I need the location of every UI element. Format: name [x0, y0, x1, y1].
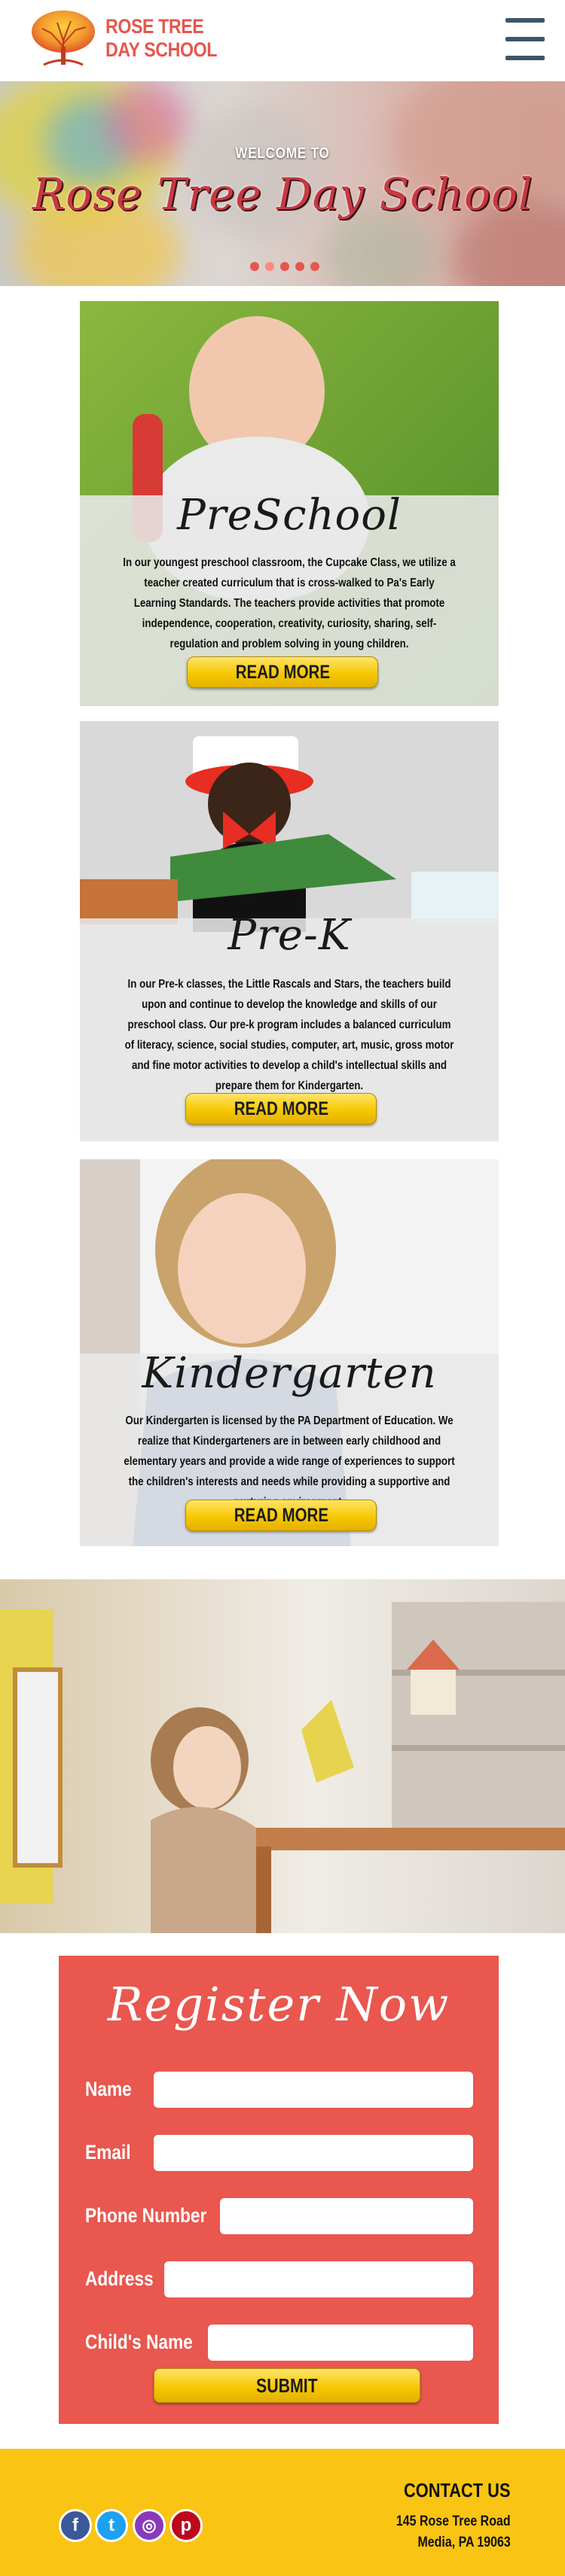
- program-description: Our Kindergarten is licensed by the PA D…: [124, 1414, 455, 1509]
- program-title: Pre-K: [228, 911, 351, 960]
- submit-button[interactable]: SUBMIT: [154, 2368, 420, 2403]
- read-more-button[interactable]: READ MORE: [185, 1500, 377, 1531]
- slider-dot[interactable]: [295, 262, 304, 271]
- instagram-icon[interactable]: ◎: [133, 2509, 166, 2542]
- rose-tree-logo-icon[interactable]: [29, 8, 98, 68]
- logo-line-1: ROSE TREE: [105, 15, 204, 38]
- phone-number-label: Phone Number: [85, 2204, 207, 2227]
- program-card-pre-k: Pre-K In our Pre-k classes, the Little R…: [80, 721, 499, 1141]
- hero-title: Rose Tree Day School: [32, 169, 533, 220]
- name-field[interactable]: [154, 2072, 473, 2108]
- site-footer: f t ◎ p CONTACT US 145 Rose Tree Road Me…: [0, 2449, 565, 2576]
- program-title: PreSchool: [177, 491, 402, 540]
- hero-welcome-text: WELCOME TO: [235, 145, 330, 162]
- program-card-preschool: PreSchool In our youngest preschool clas…: [80, 301, 499, 706]
- contact-us-heading[interactable]: CONTACT US: [404, 2479, 511, 2502]
- register-form: Register Now Name Email Phone Number Add…: [59, 1956, 499, 2424]
- address-label: Address: [85, 2267, 154, 2290]
- childs-name-field[interactable]: [208, 2325, 473, 2361]
- name-label: Name: [85, 2078, 132, 2100]
- program-card-kindergarten: Kindergarten Our Kindergarten is license…: [80, 1159, 499, 1546]
- facebook-icon[interactable]: f: [59, 2509, 92, 2542]
- slider-dot[interactable]: [265, 262, 274, 271]
- read-more-label: READ MORE: [234, 1505, 328, 1526]
- program-description: In our youngest preschool classroom, the…: [123, 556, 456, 650]
- slider-dot[interactable]: [250, 262, 259, 271]
- program-description: In our Pre-k classes, the Little Rascals…: [124, 978, 454, 1092]
- read-more-label: READ MORE: [234, 1098, 328, 1119]
- read-more-button[interactable]: READ MORE: [187, 656, 378, 688]
- hero-slider[interactable]: WELCOME TO Rose Tree Day School: [0, 81, 565, 286]
- read-more-button[interactable]: READ MORE: [185, 1093, 377, 1125]
- childs-name-label: Child's Name: [85, 2331, 193, 2353]
- read-more-label: READ MORE: [235, 662, 330, 683]
- submit-label: SUBMIT: [256, 2374, 318, 2397]
- email-field[interactable]: [154, 2135, 473, 2171]
- logo-line-2: DAY SCHOOL: [105, 38, 217, 61]
- slider-dot[interactable]: [310, 262, 319, 271]
- classroom-photo: [0, 1579, 565, 1933]
- logo-text[interactable]: ROSE TREE DAY SCHOOL: [105, 15, 217, 62]
- hamburger-menu-icon[interactable]: [503, 17, 547, 62]
- program-title: Kindergarten: [142, 1349, 437, 1398]
- slider-dots: [250, 262, 319, 273]
- pinterest-icon[interactable]: p: [170, 2509, 203, 2542]
- phone-number-field[interactable]: [220, 2198, 473, 2234]
- site-header: ROSE TREE DAY SCHOOL: [0, 0, 565, 81]
- email-label: Email: [85, 2141, 131, 2163]
- address-field[interactable]: [164, 2261, 473, 2297]
- address-line-1: 145 Rose Tree Road: [396, 2514, 511, 2529]
- twitter-icon[interactable]: t: [95, 2509, 128, 2542]
- address-line-2: Media, PA 19063: [417, 2535, 511, 2550]
- slider-dot[interactable]: [280, 262, 289, 271]
- register-title: Register Now: [107, 1977, 450, 2032]
